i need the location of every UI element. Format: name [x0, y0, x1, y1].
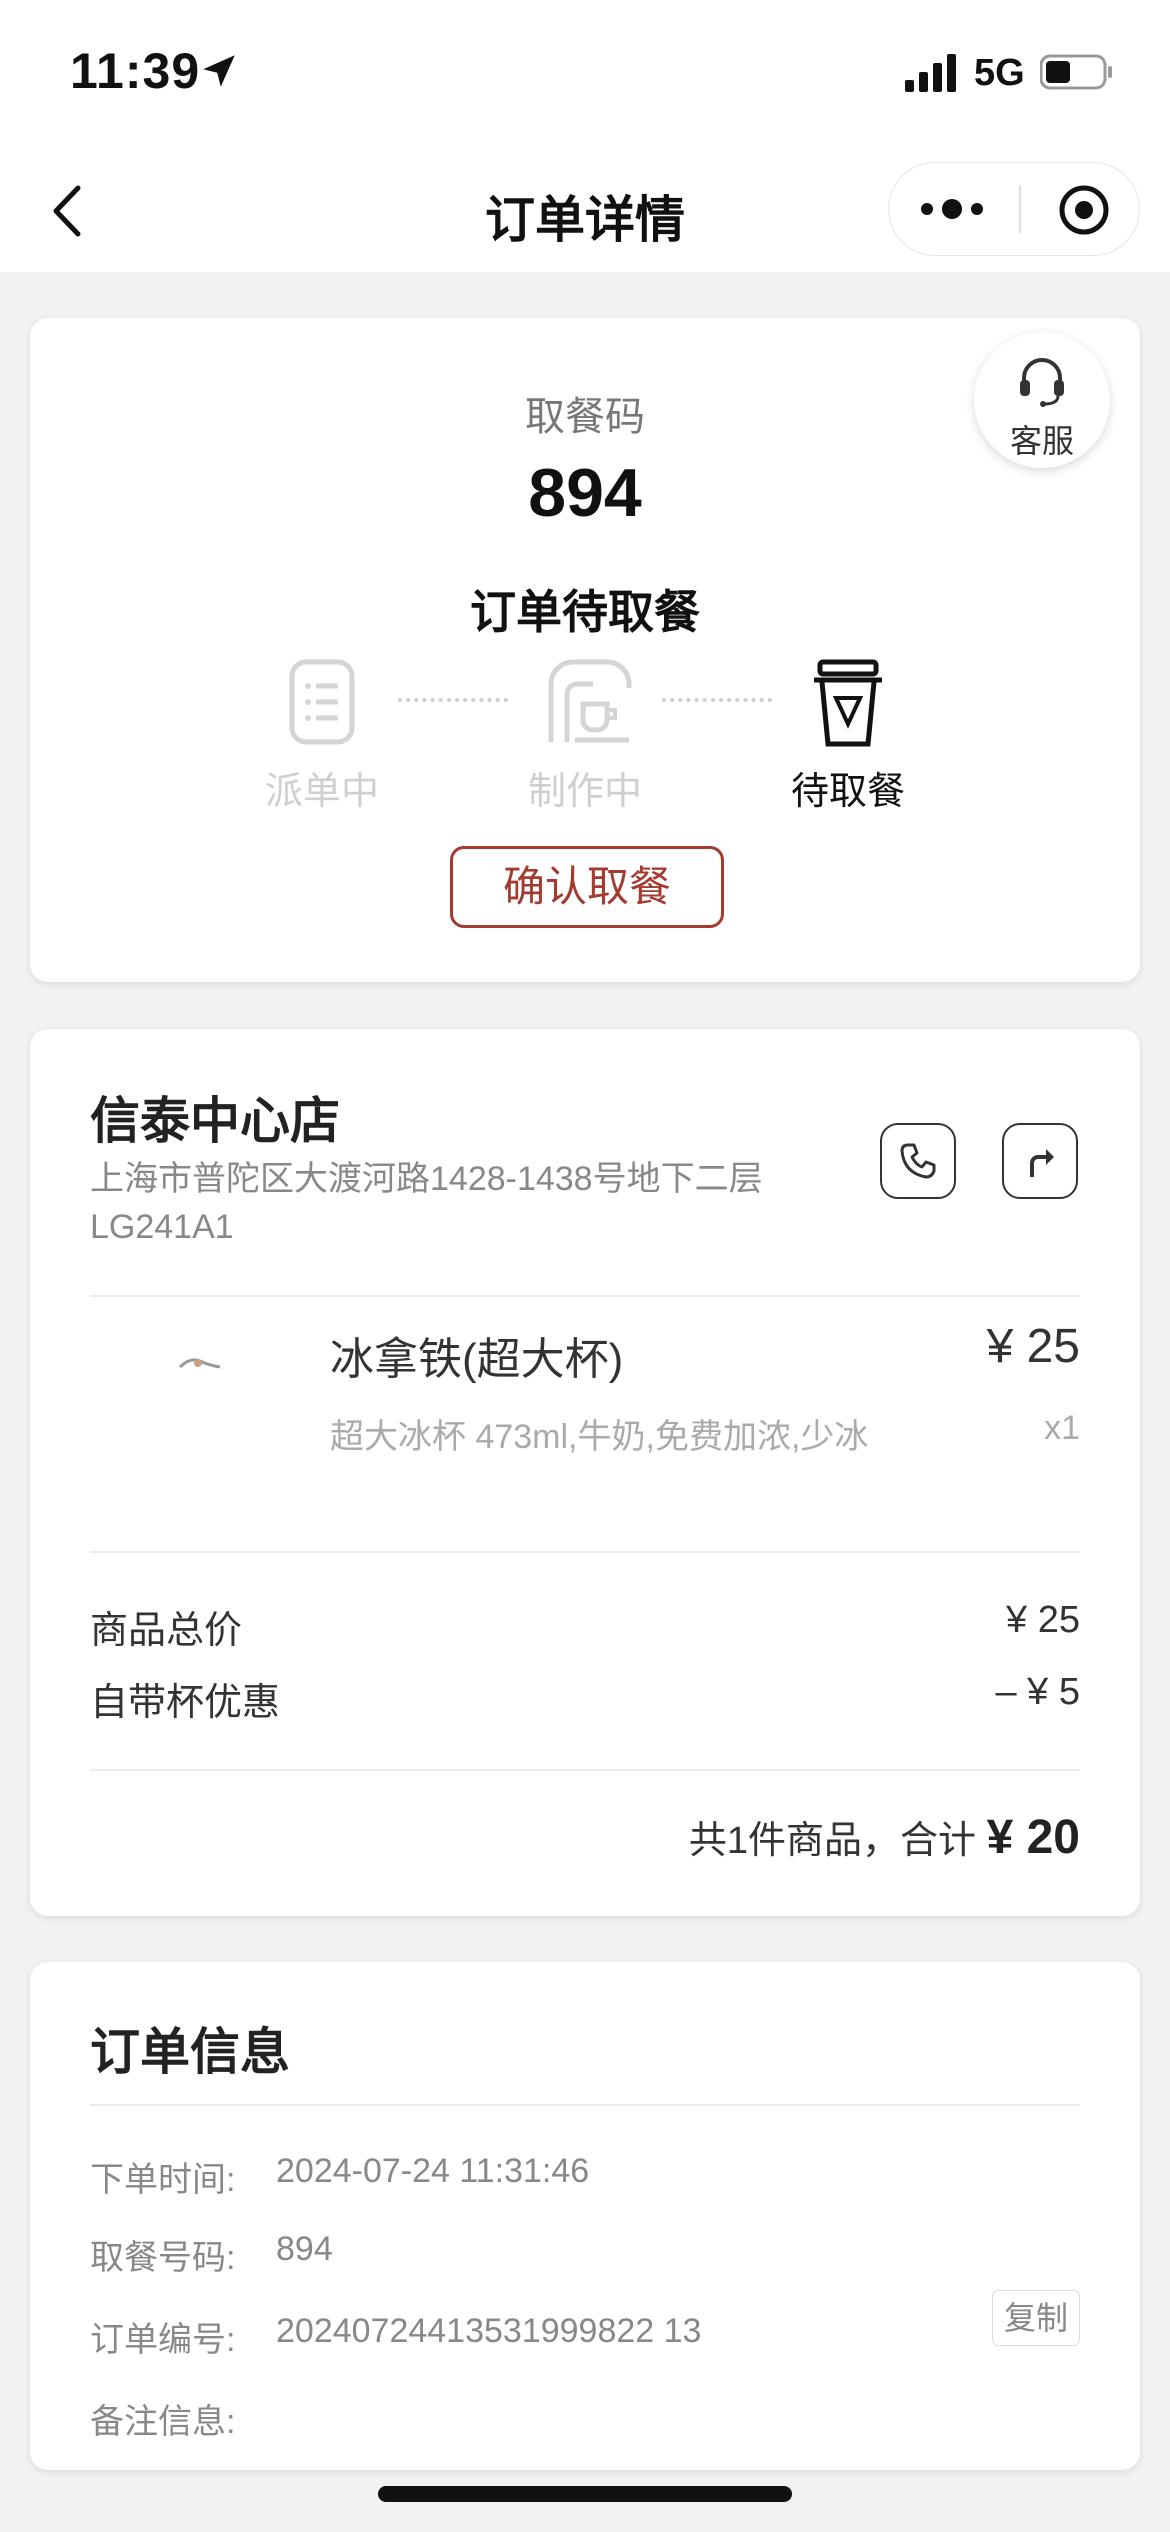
order-summary: 共1件商品，合计 ¥ 20 — [689, 1809, 1080, 1865]
order-time-label: 下单时间: — [90, 2161, 236, 2199]
store-name: 信泰中心店 — [90, 1093, 340, 1149]
customer-service-label: 客服 — [1009, 423, 1074, 459]
order-time-value: 2024-07-24 11:31:46 — [276, 2152, 590, 2190]
product-name: 冰拿铁(超大杯) — [330, 1335, 624, 1384]
order-number-value: 20240724413531999822 13 — [276, 2312, 702, 2350]
step-dispatch: 派单中 — [242, 654, 402, 815]
step-ready-label: 待取餐 — [790, 771, 905, 813]
product-spec: 超大冰杯 473ml,牛奶,免费加浓,少冰 — [330, 1418, 869, 1456]
capsule-divider — [1019, 185, 1021, 233]
home-indicator[interactable] — [378, 2486, 792, 2502]
divider — [90, 1551, 1080, 1553]
step-ready: 待取餐 — [768, 654, 928, 815]
headset-icon — [1020, 358, 1064, 407]
pickup-number-value: 894 — [276, 2230, 333, 2268]
pickup-code: 894 — [528, 455, 642, 531]
pickup-number-label: 取餐号码: — [90, 2239, 236, 2277]
nav-bar: 订单详情 — [0, 150, 1170, 272]
status-bar: 11:39 5G — [0, 0, 1170, 150]
step-dispatch-label: 派单中 — [264, 771, 379, 813]
discount-label: 自带杯优惠 — [90, 1682, 281, 1724]
copy-order-number-button[interactable]: 复制 — [992, 2290, 1080, 2346]
network-type: 5G — [974, 52, 1025, 94]
confirm-pickup-button[interactable]: 确认取餐 — [450, 846, 724, 928]
navigate-button[interactable] — [1002, 1123, 1078, 1199]
call-store-button[interactable] — [880, 1123, 956, 1199]
order-items-card: 信泰中心店 上海市普陀区大渡河路1428-1438号地下二层LG241A1 冰拿… — [30, 1029, 1140, 1916]
location-arrow-icon — [203, 55, 235, 87]
divider — [90, 1295, 1080, 1297]
step-making-label: 制作中 — [527, 771, 642, 813]
phone-icon — [900, 1143, 936, 1179]
product-quantity: x1 — [1044, 1409, 1080, 1447]
subtotal-label: 商品总价 — [90, 1610, 243, 1652]
product-price: ¥ 25 — [986, 1320, 1080, 1373]
step-making: 制作中 — [505, 654, 665, 815]
customer-service-button[interactable]: 客服 — [974, 332, 1110, 468]
more-icon[interactable] — [917, 189, 987, 229]
battery-icon — [1040, 54, 1112, 90]
status-time: 11:39 — [70, 43, 201, 99]
receipt-icon — [289, 659, 355, 745]
order-number-label: 订单编号: — [90, 2321, 236, 2359]
directions-icon — [1030, 1149, 1054, 1177]
product-image — [178, 1358, 221, 1369]
step-connector — [398, 698, 508, 702]
order-status: 订单待取餐 — [470, 586, 700, 638]
divider — [90, 2104, 1080, 2106]
order-info-card: 订单信息 下单时间: 2024-07-24 11:31:46 取餐号码: 894… — [30, 1962, 1140, 2470]
summary-text: 共1件商品，合计 — [688, 1820, 987, 1862]
signal-icon — [905, 54, 956, 92]
summary-total: ¥ 20 — [986, 1811, 1080, 1864]
close-mini-program-icon[interactable] — [1057, 183, 1111, 237]
pickup-card: 取餐码 894 订单待取餐 客服 派单中 制作中 待取餐 确认取餐 — [30, 318, 1140, 982]
step-connector — [662, 698, 772, 702]
cup-icon — [814, 659, 882, 747]
mini-program-capsule — [888, 162, 1140, 256]
divider — [90, 1769, 1080, 1771]
subtotal-value: ¥ 25 — [1006, 1599, 1080, 1641]
order-info-title: 订单信息 — [90, 2024, 290, 2080]
note-label: 备注信息: — [90, 2403, 236, 2441]
discount-value: – ¥ 5 — [995, 1671, 1080, 1713]
store-address: 上海市普陀区大渡河路1428-1438号地下二层LG241A1 — [90, 1160, 763, 1246]
coffee-machine-icon — [548, 659, 632, 743]
